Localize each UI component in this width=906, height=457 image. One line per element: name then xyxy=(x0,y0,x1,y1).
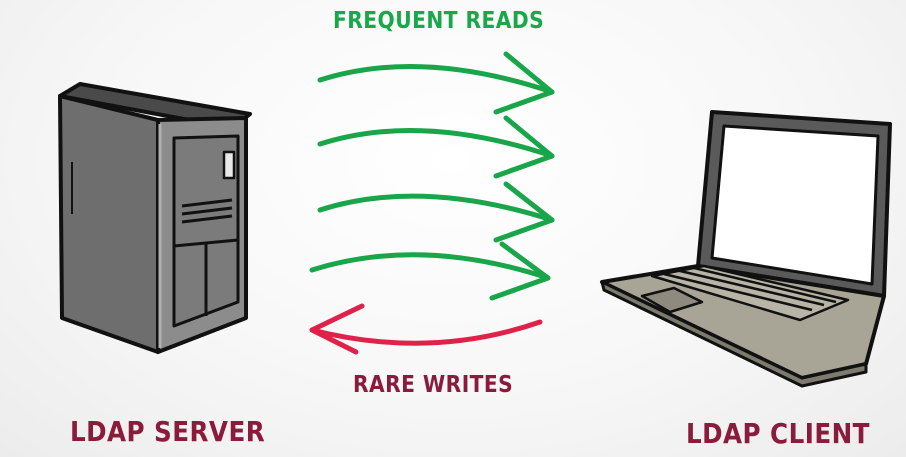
read-arrow-1 xyxy=(317,51,555,115)
write-arrow xyxy=(309,303,543,355)
server-tower-icon xyxy=(58,82,252,354)
ldap-client-label: LDAP CLIENT xyxy=(686,417,870,450)
frequent-reads-label: FREQUENT READS xyxy=(333,8,545,34)
read-arrows xyxy=(309,51,555,301)
ldap-server-label: LDAP SERVER xyxy=(70,415,266,448)
read-arrow-4 xyxy=(309,241,551,301)
laptop-icon xyxy=(600,110,892,388)
read-arrow-2 xyxy=(317,115,555,179)
rare-writes-label: RARE WRITES xyxy=(353,372,514,398)
read-arrow-3 xyxy=(317,181,555,243)
